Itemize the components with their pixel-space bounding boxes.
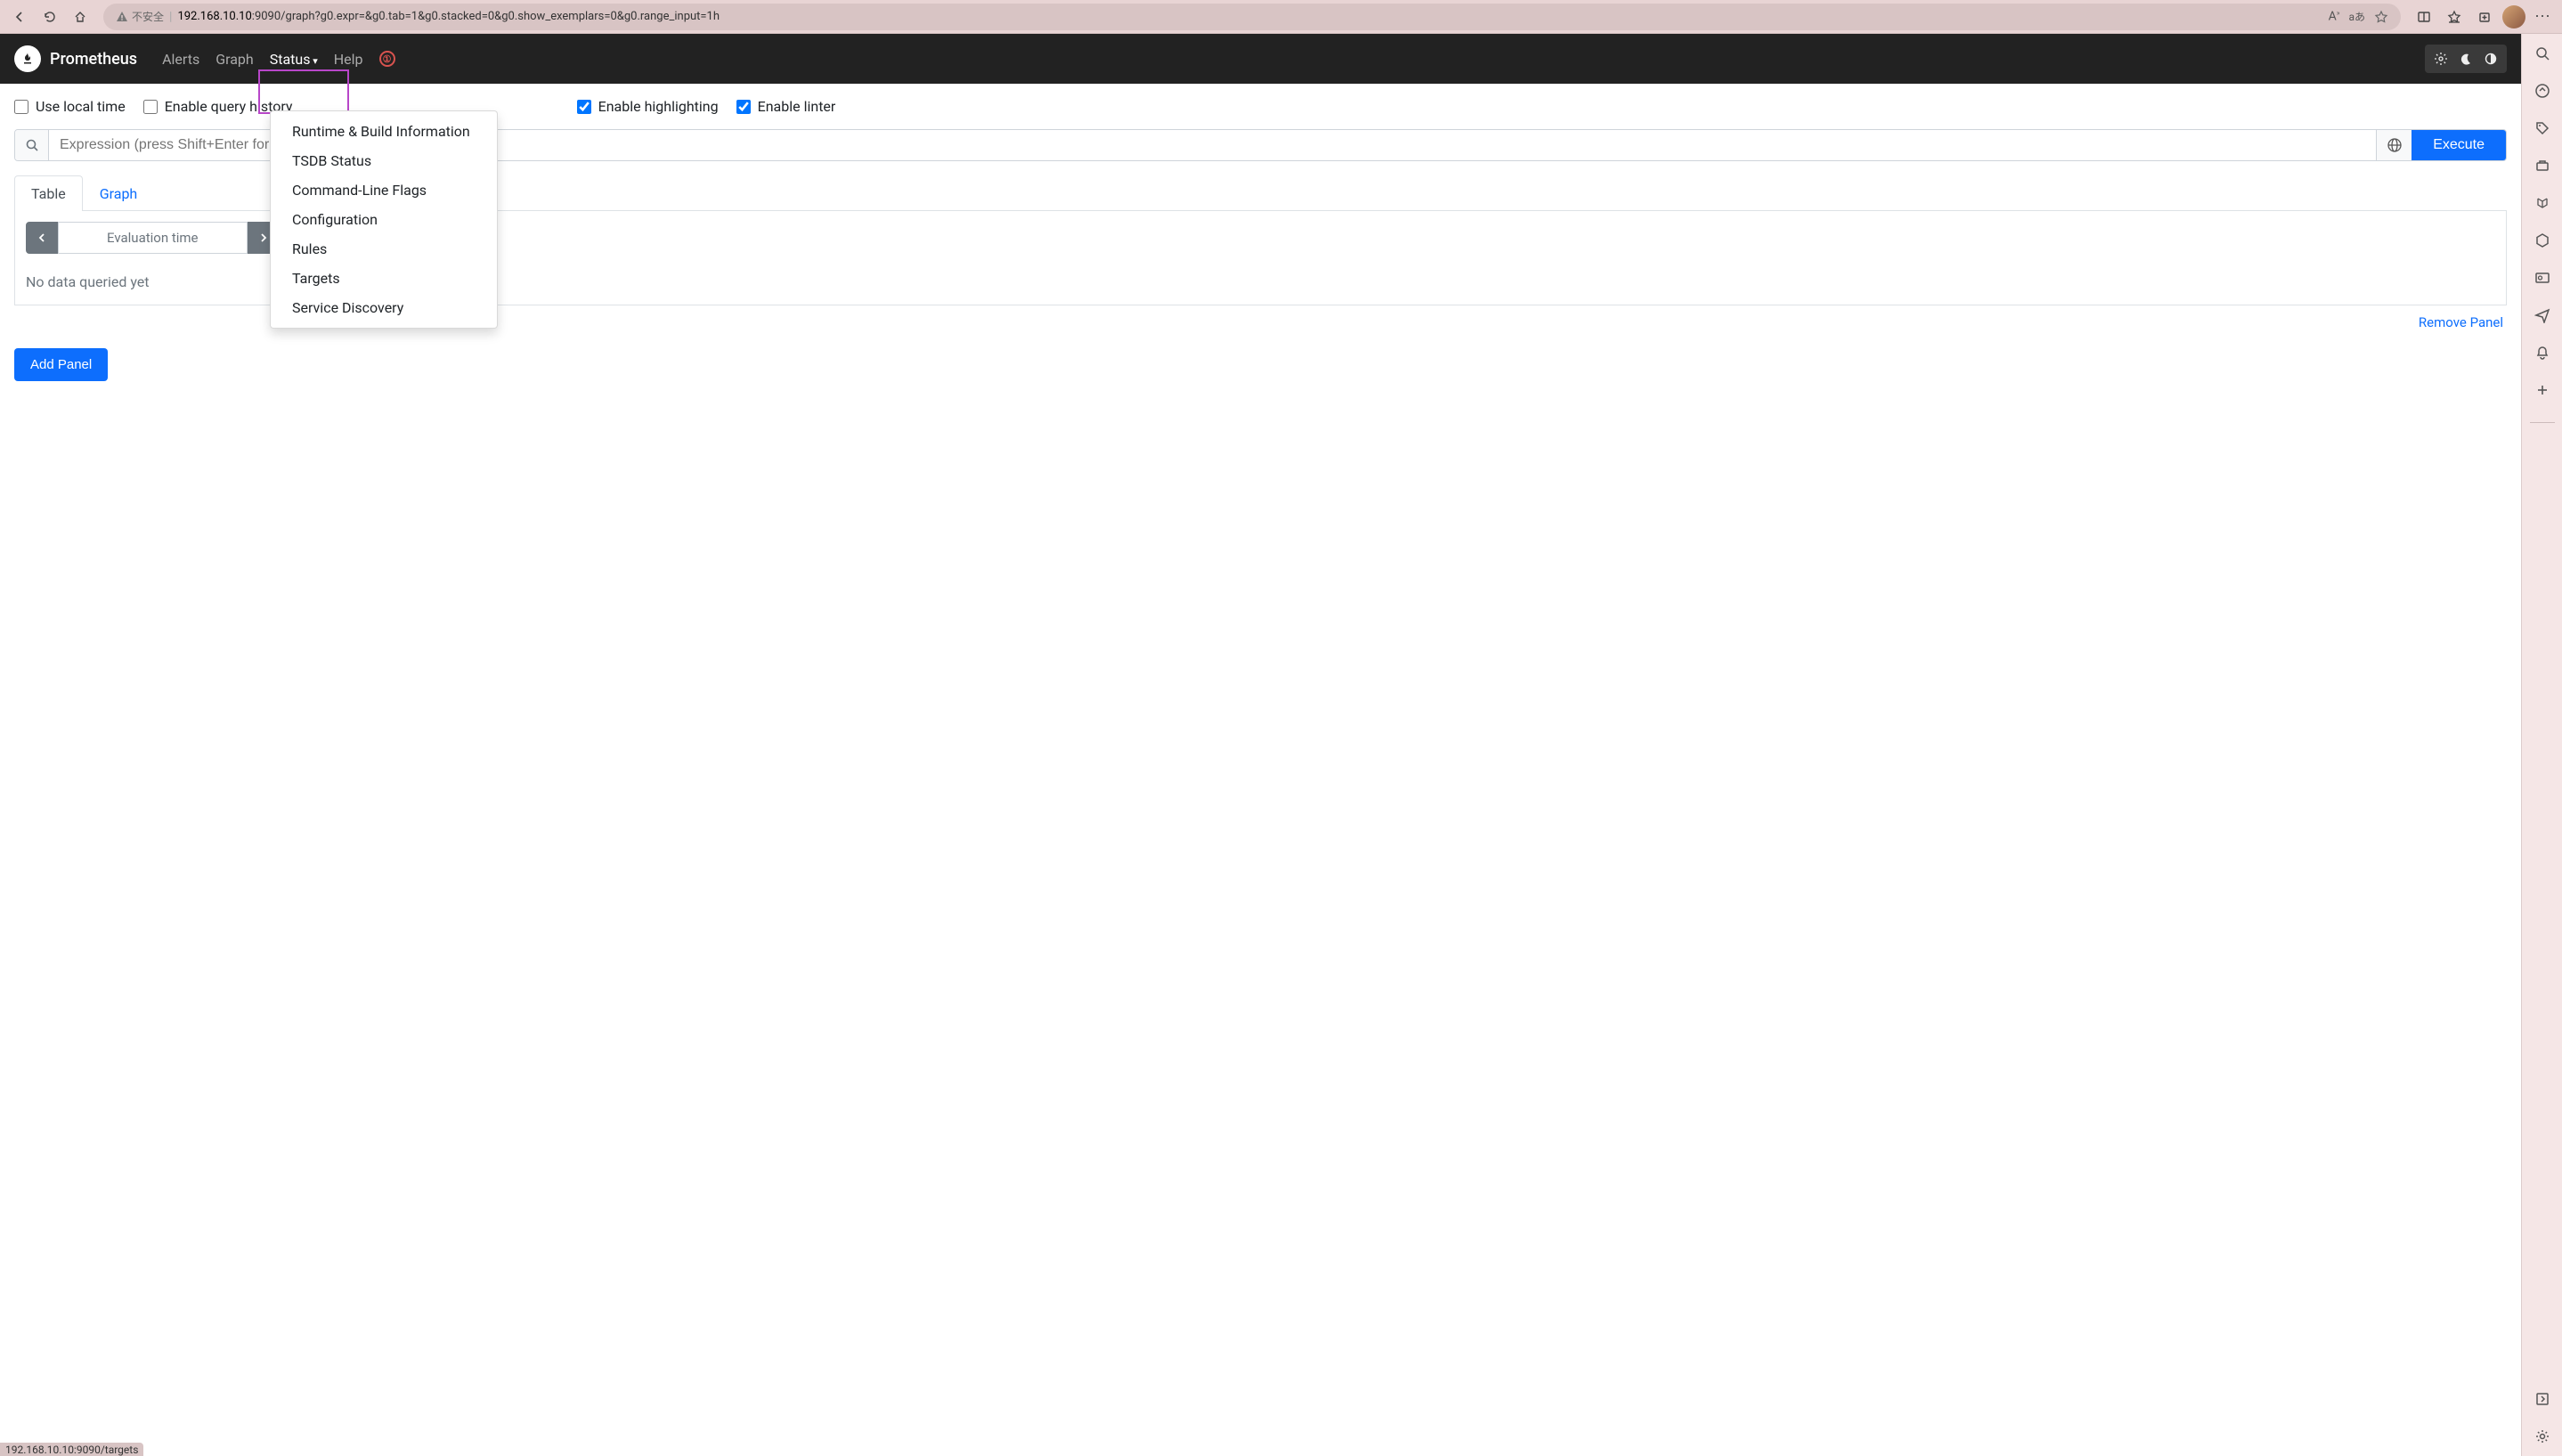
menu-targets[interactable]: Targets <box>271 264 497 293</box>
page-content: Prometheus Alerts Graph Status Help ① <box>0 34 2521 1456</box>
browser-status-bar: 192.168.10.10:9090/targets <box>0 1443 143 1456</box>
eval-time-prev-button[interactable] <box>26 222 58 254</box>
add-panel-button[interactable]: Add Panel <box>14 348 108 381</box>
nav-help[interactable]: Help <box>334 47 363 71</box>
menu-service-discovery[interactable]: Service Discovery <box>271 293 497 322</box>
read-aloud-icon[interactable]: A» <box>2329 9 2340 24</box>
insecure-warning-icon: 不安全 <box>116 9 164 24</box>
url-text: 192.168.10.10:9090/graph?g0.expr=&g0.tab… <box>177 10 2322 23</box>
menu-rules[interactable]: Rules <box>271 234 497 264</box>
opt-local-time[interactable]: Use local time <box>14 98 126 115</box>
address-bar[interactable]: 不安全 | 192.168.10.10:9090/graph?g0.expr=&… <box>103 4 2401 30</box>
metrics-explorer-button[interactable] <box>2376 130 2412 160</box>
translate-icon[interactable]: aあ <box>2348 9 2365 24</box>
more-menu-button[interactable]: ⋯ <box>2531 7 2555 26</box>
menu-cmdline-flags[interactable]: Command-Line Flags <box>271 175 497 205</box>
brand-title: Prometheus <box>50 50 137 69</box>
menu-runtime-build[interactable]: Runtime & Build Information <box>271 117 497 146</box>
nav-graph[interactable]: Graph <box>216 47 254 71</box>
menu-tsdb-status[interactable]: TSDB Status <box>271 146 497 175</box>
profile-avatar[interactable] <box>2502 5 2525 28</box>
split-screen-icon[interactable] <box>2412 4 2436 29</box>
opt-linter[interactable]: Enable linter <box>736 98 836 115</box>
nav-status-dropdown[interactable]: Status <box>270 47 318 71</box>
insecure-label: 不安全 <box>132 9 164 24</box>
annotation-1: ① <box>379 51 395 67</box>
tab-table[interactable]: Table <box>14 175 83 211</box>
execute-button[interactable]: Execute <box>2412 130 2506 160</box>
remove-panel-link[interactable]: Remove Panel <box>2419 314 2503 330</box>
home-button[interactable] <box>68 4 93 29</box>
sidebar-copilot-icon[interactable] <box>2532 80 2553 102</box>
tab-graph[interactable]: Graph <box>83 175 155 211</box>
sidebar-search-icon[interactable] <box>2532 43 2553 64</box>
sidebar-toolbox-icon[interactable] <box>2532 155 2553 176</box>
sidebar-send-icon[interactable] <box>2532 305 2553 326</box>
eval-time-field[interactable]: Evaluation time <box>58 222 248 254</box>
prometheus-navbar: Prometheus Alerts Graph Status Help ① <box>0 34 2521 84</box>
favorite-icon[interactable] <box>2374 10 2388 24</box>
sidebar-tag-icon[interactable] <box>2532 118 2553 139</box>
menu-configuration[interactable]: Configuration <box>271 205 497 234</box>
sidebar-games-icon[interactable] <box>2532 192 2553 214</box>
status-dropdown-menu: Runtime & Build Information TSDB Status … <box>270 110 498 329</box>
sidebar-bell-icon[interactable] <box>2532 342 2553 363</box>
dark-moon-icon[interactable] <box>2453 48 2478 69</box>
refresh-button[interactable] <box>37 4 62 29</box>
browser-toolbar: 不安全 | 192.168.10.10:9090/graph?g0.expr=&… <box>0 0 2562 34</box>
sidebar-settings-icon[interactable] <box>2532 1426 2553 1447</box>
sidebar-collapse-icon[interactable] <box>2532 1388 2553 1410</box>
browser-sidebar <box>2521 34 2562 1456</box>
flame-icon <box>14 45 41 72</box>
search-icon <box>15 130 49 160</box>
favorites-icon[interactable] <box>2442 4 2467 29</box>
nav-alerts[interactable]: Alerts <box>162 47 199 71</box>
contrast-icon[interactable] <box>2478 48 2503 69</box>
collections-icon[interactable] <box>2472 4 2497 29</box>
back-button[interactable] <box>7 4 32 29</box>
prometheus-logo[interactable]: Prometheus <box>14 45 137 72</box>
settings-gear-icon[interactable] <box>2428 48 2453 69</box>
sidebar-hex-icon[interactable] <box>2532 230 2553 251</box>
opt-highlighting[interactable]: Enable highlighting <box>577 98 719 115</box>
sidebar-outlook-icon[interactable] <box>2532 267 2553 289</box>
sidebar-plus-icon[interactable] <box>2532 379 2553 401</box>
